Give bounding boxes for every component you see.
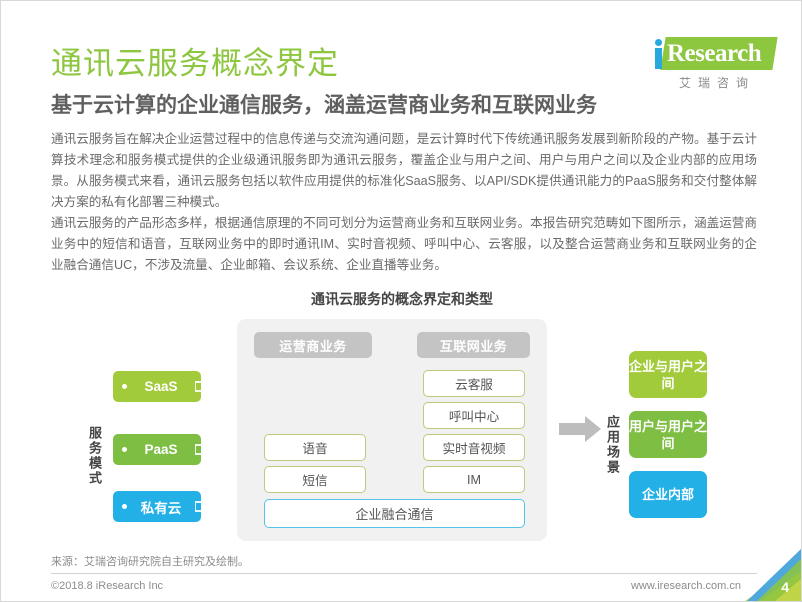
scenario-enterprise-to-user[interactable]: 企业与用户之间 [629,351,707,398]
arrow-right-icon [195,379,217,394]
body-copy: 通讯云服务旨在解决企业运营过程中的信息传递与交流沟通问题，是云计算时代下传统通讯… [51,129,757,276]
bullet-dot-icon [122,447,127,452]
corner-decoration [745,549,801,601]
copyright-text: ©2018.8 iResearch Inc [51,580,164,592]
service-mode-private-cloud-label: 私有云 [140,500,182,516]
axis-label-application-scene: 应用场景 [605,415,620,475]
business-panel: 运营商业务 互联网业务 语音 短信 云客服 呼叫中心 实时音视频 IM 企业融合… [237,319,547,541]
arrow-right-large-icon [559,416,601,442]
arrow-right-icon [195,499,217,514]
chart-title: 通讯云服务的概念界定和类型 [311,291,493,307]
service-mode-paas-label: PaaS [144,442,178,457]
axis-label-service-mode: 服务模式 [87,426,102,486]
page-title: 通讯云服务概念界定 [51,46,339,81]
source-note: 来源：艾瑞咨询研究院自主研究及绘制。 [51,556,249,568]
service-box-sms[interactable]: 短信 [264,466,366,493]
logo-mark: Research [649,37,778,70]
arrow-right-icon [195,442,217,457]
service-box-cloud-customer-service[interactable]: 云客服 [423,370,525,397]
concept-diagram: 服务模式 应用场景 SaaS PaaS 私有云 运营商业务 互联网业务 语音 短… [51,311,757,546]
logo-i-stem-icon [655,48,662,69]
service-box-call-center[interactable]: 呼叫中心 [423,402,525,429]
logo-i-dot-icon [655,39,662,46]
logo-chinese-name: 艾瑞咨询 [678,76,755,90]
service-box-voice[interactable]: 语音 [264,434,366,461]
logo-wordmark: Research [667,40,762,67]
page-subtitle: 基于云计算的企业通信服务，涵盖运营商业务和互联网业务 [51,94,597,117]
page-number: 4 [781,579,789,595]
iresearch-logo: Research 艾瑞咨询 [649,37,778,91]
service-box-converged-communication[interactable]: 企业融合通信 [264,499,525,528]
website-url: www.iresearch.com.cn [630,580,741,592]
footer-divider [51,573,757,574]
service-mode-private-cloud[interactable]: 私有云 [113,491,217,522]
category-header-telecom: 运营商业务 [254,332,372,358]
category-header-internet: 互联网业务 [417,332,530,358]
body-paragraph-2: 通讯云服务的产品形态多样，根据通信原理的不同可划分为运营商业务和互联网业务。本报… [51,216,757,272]
scenario-user-to-user[interactable]: 用户与用户之间 [629,411,707,458]
body-paragraph-1: 通讯云服务旨在解决企业运营过程中的信息传递与交流沟通问题，是云计算时代下传统通讯… [51,132,757,209]
service-box-im[interactable]: IM [423,466,525,493]
service-mode-paas[interactable]: PaaS [113,434,217,465]
slide-page: Research 艾瑞咨询 通讯云服务概念界定 基于云计算的企业通信服务，涵盖运… [0,0,802,602]
service-mode-saas[interactable]: SaaS [113,371,217,402]
scenario-enterprise-internal[interactable]: 企业内部 [629,471,707,518]
bullet-dot-icon [122,504,127,509]
service-mode-saas-label: SaaS [144,379,178,394]
bullet-dot-icon [122,384,127,389]
service-box-realtime-av[interactable]: 实时音视频 [423,434,525,461]
